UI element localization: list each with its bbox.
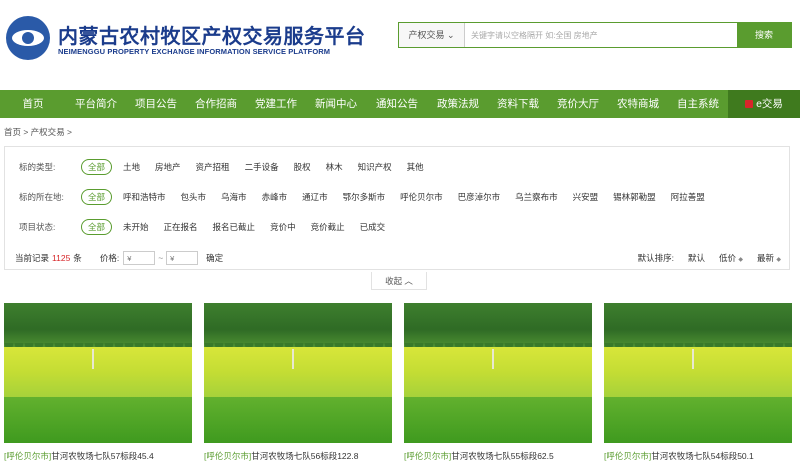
filter-row-status: 项目状态: 全部 未开始 正在报名 报名已截止 竞价中 竞价截止 已成交: [19, 219, 400, 235]
search-button[interactable]: 搜索: [737, 23, 791, 47]
filter-panel: 标的类型: 全部 土地 房地产 资产招租 二手设备 股权 林木 知识产权 其他 …: [4, 146, 790, 270]
sort-caret-icon: ◆: [776, 257, 781, 263]
nav-item-mall[interactable]: 农特商城: [608, 90, 668, 118]
listing-photo[interactable]: [404, 303, 592, 443]
filter-chip[interactable]: 包头市: [181, 191, 207, 203]
search-input[interactable]: [465, 23, 737, 47]
filter-chip[interactable]: 林木: [326, 161, 343, 173]
listing-title[interactable]: [呼伦贝尔市]甘河农牧场七队54标段50.1: [604, 450, 792, 462]
filter-chip[interactable]: 呼伦贝尔市: [400, 191, 443, 203]
filter-row-type: 标的类型: 全部 土地 房地产 资产招租 二手设备 股权 林木 知识产权 其他: [19, 159, 439, 175]
breadcrumb: 首页 > 产权交易 >: [4, 127, 73, 137]
listing-card[interactable]: [呼伦贝尔市]甘河农牧场七队55标段62.5: [404, 303, 592, 462]
listing-photo[interactable]: [604, 303, 792, 443]
nav-item-bidding-hall[interactable]: 竞价大厅: [548, 90, 608, 118]
filter-chip[interactable]: 兴安盟: [573, 191, 599, 203]
site-subtitle: NEIMENGGU PROPERTY EXCHANGE INFORMATION …: [58, 47, 331, 56]
record-suffix: 条: [73, 253, 82, 263]
filter-chip[interactable]: 通辽市: [302, 191, 328, 203]
nav-item-self-system[interactable]: 自主系统: [668, 90, 728, 118]
record-prefix: 当前记录: [15, 253, 50, 263]
filter-chip[interactable]: 全部: [81, 159, 113, 175]
sort-price[interactable]: 低价 ◆: [719, 252, 743, 264]
listing-card[interactable]: [呼伦贝尔市]甘河农牧场七队57标段45.4: [4, 303, 192, 462]
price-max-input[interactable]: [166, 251, 199, 265]
logo-icon[interactable]: [6, 16, 50, 60]
filter-chip[interactable]: 房地产: [155, 161, 181, 173]
filter-chip[interactable]: 巴彦淖尔市: [458, 191, 501, 203]
price-confirm-button[interactable]: 确定: [206, 252, 223, 264]
nav-item-party[interactable]: 党建工作: [246, 90, 306, 118]
nav-item-e-trade[interactable]: e交易: [728, 90, 800, 118]
record-count: 1125: [52, 253, 71, 263]
nav-item-notices[interactable]: 通知公告: [366, 90, 428, 118]
nav-item-news[interactable]: 新闻中心: [306, 90, 366, 118]
filter-chip[interactable]: 赤峰市: [262, 191, 288, 203]
sort-default[interactable]: 默认: [688, 252, 705, 264]
search-category-select[interactable]: 产权交易 ⌄: [399, 23, 465, 47]
listing-title[interactable]: [呼伦贝尔市]甘河农牧场七队55标段62.5: [404, 450, 592, 462]
filter-chip[interactable]: 全部: [81, 189, 113, 205]
sort-latest[interactable]: 最新 ◆: [757, 252, 781, 264]
filter-chip[interactable]: 竞价中: [270, 221, 296, 233]
listing-title[interactable]: [呼伦贝尔市]甘河农牧场七队56标段122.8: [204, 450, 392, 462]
filter-row-region: 标的所在地: 全部 呼和浩特市 包头市 乌海市 赤峰市 通辽市 鄂尔多斯市 呼伦…: [19, 189, 720, 205]
filter-chip[interactable]: 资产招租: [196, 161, 230, 173]
price-separator: ~: [158, 253, 164, 263]
sort-caret-icon: ◆: [738, 257, 743, 263]
filter-chip[interactable]: 股权: [294, 161, 311, 173]
listing-card[interactable]: [呼伦贝尔市]甘河农牧场七队54标段50.1: [604, 303, 792, 462]
nav-item-downloads[interactable]: 资料下载: [488, 90, 548, 118]
sort-options: 默认排序: 默认 低价 ◆ 最新 ◆: [638, 252, 781, 264]
nav-item-policy[interactable]: 政策法规: [428, 90, 488, 118]
filter-chip[interactable]: 乌海市: [221, 191, 247, 203]
filter-label: 标的所在地:: [19, 192, 64, 202]
site-title: 内蒙古农村牧区产权交易服务平台: [58, 26, 366, 48]
filter-chip[interactable]: 鄂尔多斯市: [343, 191, 386, 203]
sort-label: 默认排序:: [637, 253, 674, 263]
listing-photo[interactable]: [4, 303, 192, 443]
filter-chip[interactable]: 锡林郭勒盟: [613, 191, 656, 203]
filter-chip[interactable]: 知识产权: [358, 161, 392, 173]
filter-chip[interactable]: 阿拉善盟: [671, 191, 705, 203]
listing-cards: [呼伦贝尔市]甘河农牧场七队57标段45.4 [呼伦贝尔市]甘河农牧场七队56标…: [4, 303, 800, 462]
listing-card[interactable]: [呼伦贝尔市]甘河农牧场七队56标段122.8: [204, 303, 392, 462]
filter-chip[interactable]: 未开始: [123, 221, 149, 233]
nav-item-about[interactable]: 平台简介: [66, 90, 126, 118]
price-min-input[interactable]: [123, 251, 156, 265]
filter-chip[interactable]: 全部: [81, 219, 113, 235]
listing-photo[interactable]: [204, 303, 392, 443]
collapse-button[interactable]: 收起 ︿: [371, 272, 427, 290]
filter-chip[interactable]: 报名已截止: [213, 221, 256, 233]
search-bar: 产权交易 ⌄ 搜索: [398, 22, 792, 48]
filter-chip[interactable]: 二手设备: [245, 161, 279, 173]
filter-chip[interactable]: 土地: [123, 161, 140, 173]
nav-item-investment[interactable]: 合作招商: [186, 90, 246, 118]
filter-chip[interactable]: 其他: [407, 161, 424, 173]
nav-item-home[interactable]: 首页: [0, 90, 66, 118]
price-label: 价格:: [99, 253, 120, 263]
filter-chip[interactable]: 乌兰察布市: [515, 191, 558, 203]
stats-row: 当前记录 1125 条 价格: ~ 确定 默认排序: 默认 低价 ◆ 最新 ◆: [15, 251, 781, 265]
listing-title[interactable]: [呼伦贝尔市]甘河农牧场七队57标段45.4: [4, 450, 192, 462]
filter-chip[interactable]: 呼和浩特市: [123, 191, 166, 203]
filter-label: 标的类型:: [19, 162, 56, 172]
nav-item-announcements[interactable]: 项目公告: [126, 90, 186, 118]
filter-chip[interactable]: 竞价截止: [311, 221, 345, 233]
site-header: 内蒙古农村牧区产权交易服务平台 NEIMENGGU PROPERTY EXCHA…: [0, 0, 800, 90]
filter-chip[interactable]: 正在报名: [164, 221, 198, 233]
filter-label: 项目状态:: [19, 222, 56, 232]
filter-chip[interactable]: 已成交: [360, 221, 386, 233]
cart-icon: [745, 100, 754, 108]
main-nav: 首页 平台简介 项目公告 合作招商 党建工作 新闻中心 通知公告 政策法规 资料…: [0, 90, 800, 118]
